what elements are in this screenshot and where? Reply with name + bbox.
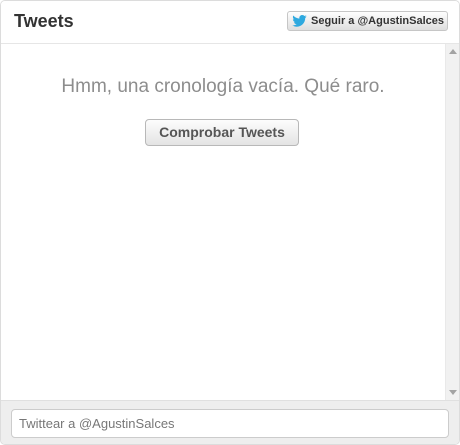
- tweet-input[interactable]: Twittear a @AgustinSalces: [11, 409, 449, 438]
- widget-title: Tweets: [14, 11, 74, 31]
- scroll-down-arrow-icon[interactable]: [449, 390, 457, 395]
- widget-footer: Twittear a @AgustinSalces: [1, 400, 459, 444]
- timeline-scrollbar[interactable]: [445, 44, 459, 400]
- check-tweets-button[interactable]: Comprobar Tweets: [145, 119, 299, 146]
- tweets-widget: Tweets Seguir a @AgustinSalces Hmm, una …: [0, 0, 460, 445]
- twitter-bird-icon: [292, 15, 307, 27]
- empty-timeline-message: Hmm, una cronología vacía. Qué raro.: [61, 76, 385, 97]
- follow-button-label: Seguir a @AgustinSalces: [311, 15, 444, 27]
- scroll-up-arrow-icon[interactable]: [449, 49, 457, 54]
- timeline: Hmm, una cronología vacía. Qué raro. Com…: [1, 44, 445, 400]
- follow-button[interactable]: Seguir a @AgustinSalces: [287, 11, 448, 31]
- widget-header: Tweets Seguir a @AgustinSalces: [1, 1, 459, 44]
